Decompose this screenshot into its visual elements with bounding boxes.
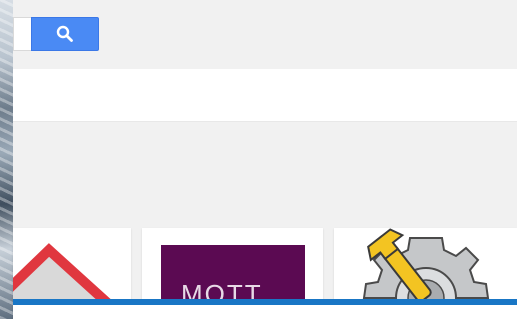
background-photo-strip xyxy=(0,0,13,319)
search-button[interactable] xyxy=(31,17,99,51)
search-icon xyxy=(56,25,73,42)
bottom-area xyxy=(13,305,517,319)
search-input[interactable] xyxy=(13,17,31,51)
toolbar-band xyxy=(13,69,517,122)
page: MOTT xyxy=(0,0,517,319)
